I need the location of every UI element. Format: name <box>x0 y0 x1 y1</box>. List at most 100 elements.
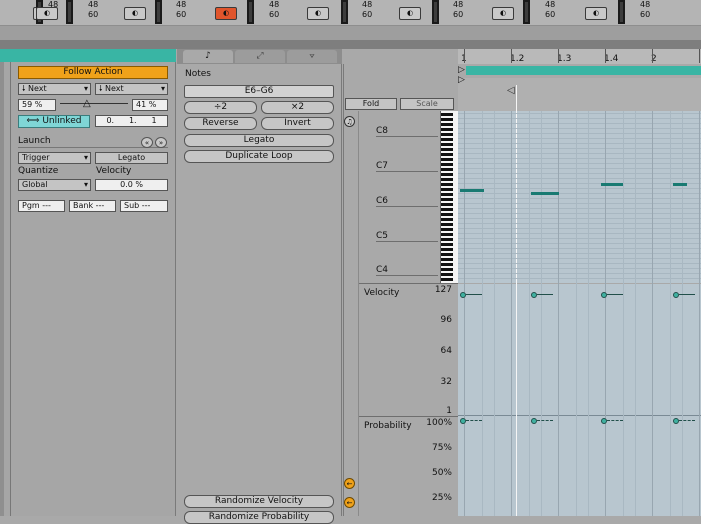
legato-button[interactable]: Legato <box>184 134 334 147</box>
piano-key[interactable] <box>441 158 453 161</box>
program-field[interactable]: Pgm --- <box>18 200 65 212</box>
double-button[interactable]: ×2 <box>261 101 334 114</box>
piano-key[interactable] <box>441 253 453 256</box>
playhead-marker-icon[interactable]: ◁ <box>507 85 515 96</box>
randomize-velocity-button[interactable]: Randomize Velocity <box>184 495 334 508</box>
duplicate-loop-button[interactable]: Duplicate Loop <box>184 150 334 163</box>
loop-brace[interactable] <box>466 66 701 75</box>
midi-note[interactable] <box>460 189 484 192</box>
piano-key[interactable] <box>441 258 453 261</box>
piano-key[interactable] <box>441 173 453 176</box>
invert-button[interactable]: Invert <box>261 117 334 130</box>
tab-notes[interactable]: ♪ <box>183 50 233 63</box>
probability-point[interactable] <box>460 418 466 424</box>
piano-key[interactable] <box>441 118 453 121</box>
launch-mode-select[interactable]: Trigger <box>18 152 91 164</box>
mixer-strip: ◐ 4860 ◐ 4860 ◐ 4860 ◐ 4860 ◐ 4860 ◐ 486… <box>0 0 701 26</box>
piano-keyboard[interactable] <box>440 111 458 283</box>
piano-key[interactable] <box>441 123 453 126</box>
piano-key[interactable] <box>441 233 453 236</box>
piano-key[interactable] <box>441 213 453 216</box>
follow-action-a-select[interactable]: 🠗 Next <box>18 83 91 95</box>
piano-key[interactable] <box>441 163 453 166</box>
piano-key[interactable] <box>441 248 453 251</box>
reverse-button[interactable]: Reverse <box>184 117 257 130</box>
arrow-left-icon[interactable]: ← <box>344 497 355 508</box>
velocity-point[interactable] <box>601 292 607 298</box>
piano-key[interactable] <box>441 113 453 116</box>
track-activator-button[interactable]: ◐ <box>585 7 607 20</box>
piano-key[interactable] <box>441 188 453 191</box>
midi-note[interactable] <box>531 192 559 195</box>
slider-handle-icon[interactable]: △ <box>83 98 91 109</box>
piano-key[interactable] <box>441 243 453 246</box>
marker-area[interactable] <box>458 78 701 111</box>
follow-action-button[interactable]: Follow Action <box>18 66 168 79</box>
probability-point[interactable] <box>601 418 607 424</box>
probability-stem <box>466 420 482 421</box>
chance-a-field[interactable]: 59 % <box>18 99 56 111</box>
headphones-icon[interactable]: ♫ <box>344 116 355 127</box>
track-activator-button[interactable]: ◐ <box>492 7 514 20</box>
fold-button[interactable]: Fold <box>345 98 397 110</box>
velocity-point[interactable] <box>531 292 537 298</box>
track-activator-button[interactable]: ◐ <box>307 7 329 20</box>
chance-slider[interactable] <box>60 103 128 104</box>
piano-key[interactable] <box>441 218 453 221</box>
piano-key[interactable] <box>441 278 453 281</box>
tab-envelopes[interactable]: ⤢ <box>235 50 285 63</box>
piano-key[interactable] <box>441 228 453 231</box>
probability-point[interactable] <box>673 418 679 424</box>
piano-key[interactable] <box>441 193 453 196</box>
piano-key[interactable] <box>441 168 453 171</box>
forward-icon[interactable]: » <box>155 137 167 148</box>
legato-toggle[interactable]: Legato <box>95 152 168 164</box>
follow-action-b-select[interactable]: 🠗 Next <box>95 83 168 95</box>
track-activator-button[interactable]: ◐ <box>215 7 237 20</box>
piano-key[interactable] <box>441 143 453 146</box>
velocity-field[interactable]: 0.0 % <box>95 179 168 191</box>
track-activator-button[interactable]: ◐ <box>36 7 58 20</box>
piano-key[interactable] <box>441 128 453 131</box>
mixer-channel: ◐ 4860 <box>124 0 211 24</box>
rewind-icon[interactable]: « <box>141 137 153 148</box>
start-marker-icon[interactable]: ▷ <box>458 65 465 75</box>
velocity-point[interactable] <box>673 292 679 298</box>
unlinked-button[interactable]: ⟺ Unlinked <box>18 115 90 128</box>
randomize-probability-button[interactable]: Randomize Probability <box>184 511 334 524</box>
piano-key[interactable] <box>441 198 453 201</box>
piano-key[interactable] <box>441 263 453 266</box>
chance-b-field[interactable]: 41 % <box>132 99 168 111</box>
level-meter <box>155 0 162 24</box>
piano-key[interactable] <box>441 273 453 276</box>
velocity-point[interactable] <box>460 292 466 298</box>
note-range-display[interactable]: E6–G6 <box>184 85 334 98</box>
piano-key[interactable] <box>441 183 453 186</box>
follow-action-time-field[interactable]: 0. 1. 1 <box>95 115 168 127</box>
bank-field[interactable]: Bank --- <box>69 200 116 212</box>
track-activator-button[interactable]: ◐ <box>124 7 146 20</box>
piano-key[interactable] <box>441 178 453 181</box>
piano-key[interactable] <box>441 138 453 141</box>
arrow-left-icon[interactable]: ← <box>344 478 355 489</box>
piano-key[interactable] <box>441 268 453 271</box>
midi-note[interactable] <box>601 183 623 186</box>
piano-key[interactable] <box>441 223 453 226</box>
piano-key[interactable] <box>441 133 453 136</box>
piano-key[interactable] <box>441 148 453 151</box>
tab-mpe[interactable]: ⟇ <box>287 50 337 63</box>
piano-key[interactable] <box>441 153 453 156</box>
piano-key[interactable] <box>441 208 453 211</box>
beat-time-ruler[interactable] <box>458 49 701 64</box>
track-activator-button[interactable]: ◐ <box>399 7 421 20</box>
quantize-select[interactable]: Global <box>18 179 91 191</box>
probability-point[interactable] <box>531 418 537 424</box>
halve-button[interactable]: ÷2 <box>184 101 257 114</box>
midi-note[interactable] <box>673 183 687 186</box>
piano-key[interactable] <box>441 203 453 206</box>
scale-button[interactable]: Scale <box>400 98 454 110</box>
octave-line <box>376 241 438 242</box>
end-marker-icon[interactable]: ▷ <box>458 75 465 85</box>
sub-bank-field[interactable]: Sub --- <box>120 200 168 212</box>
piano-key[interactable] <box>441 238 453 241</box>
